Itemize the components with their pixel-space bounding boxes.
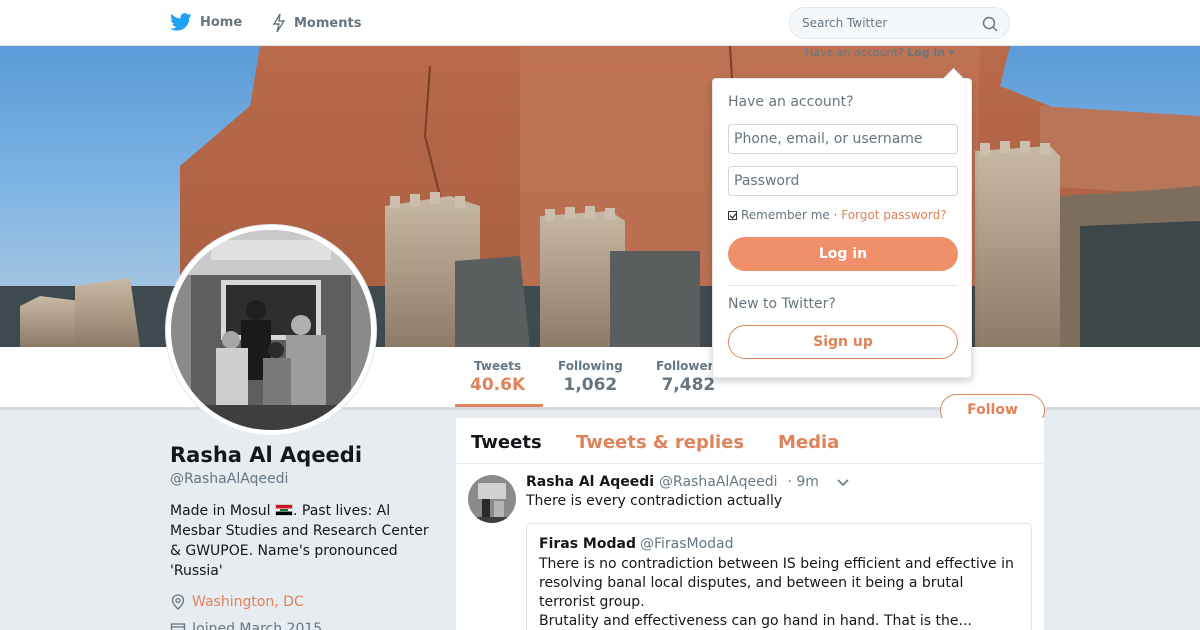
top-navigation-bar: Home Moments [0,0,1200,46]
tweet-header: Rasha Al Aqeedi @RashaAlAqeedi · 9m [526,474,819,490]
nav-home[interactable]: Home [170,13,242,31]
signup-button[interactable]: Sign up [728,325,958,359]
nav-moments[interactable]: Moments [272,13,361,33]
iraq-flag-icon [274,504,293,516]
remember-me-label[interactable]: Remember me [741,208,830,222]
remember-me-row: Remember me · Forgot password? [728,208,947,222]
tweet-text: There is every contradiction actually [526,493,783,509]
profile-location[interactable]: Washington, DC [170,594,304,610]
timeline: Tweets Tweets & replies Media Rasha Al A… [456,418,1044,630]
location-text: Washington, DC [192,594,304,610]
quoted-tweet-header: Firas Modad @FirasModad [539,536,1019,552]
profile-joined-date: Joined March 2015 [170,621,322,630]
chevron-down-icon: ▾ [948,46,955,59]
tweet-timestamp[interactable]: · 9m [787,474,818,490]
forgot-password-link[interactable]: Forgot password? [841,208,946,222]
have-account-prompt: Have an account? Log in ▾ [805,46,954,59]
tweet-avatar-photo [468,475,516,523]
active-tab-indicator [455,404,543,407]
have-account-text: Have an account? [805,46,904,59]
profile-bio: Made in Mosul . Past lives: Al Mesbar St… [170,501,440,581]
quoted-tweet-text-cont: Brutality and effectiveness can go hand … [539,613,972,629]
chevron-down-icon[interactable] [836,478,850,488]
timeline-tabs: Tweets Tweets & replies Media [456,418,1044,464]
stat-value: 7,482 [661,375,716,395]
search-box [789,7,1010,39]
tweet-author-handle[interactable]: @RashaAlAqeedi [659,474,777,490]
login-dropdown: Have an account? Remember me · Forgot pa… [712,78,972,378]
username-field[interactable] [728,124,958,154]
stat-value: 40.6K [470,375,526,395]
password-field[interactable] [728,166,958,196]
tweet[interactable]: Rasha Al Aqeedi @RashaAlAqeedi · 9m Ther… [456,464,1044,630]
stat-following[interactable]: Following 1,062 [558,359,623,395]
search-input[interactable] [802,16,972,30]
twitter-bird-icon [170,13,192,31]
tab-tweets-and-replies[interactable]: Tweets & replies [576,432,744,453]
quoted-tweet-text: There is no contradiction between IS bei… [539,556,1014,610]
stat-followers[interactable]: Followers 7,482 [656,359,721,395]
calendar-icon [170,623,186,630]
tab-tweets[interactable]: Tweets [471,432,542,453]
remember-me-checkbox[interactable] [728,210,737,220]
stat-tweets[interactable]: Tweets 40.6K [470,359,525,395]
search-icon[interactable] [982,16,998,32]
avatar-photo [171,230,371,430]
login-button[interactable]: Log in [728,237,958,271]
stat-value: 1,062 [563,375,618,395]
login-link[interactable]: Log in [907,46,945,59]
nav-moments-label: Moments [294,15,362,31]
login-dropdown-title: Have an account? [728,94,854,110]
stat-label: Followers [656,359,721,373]
bio-text-start: Made in Mosul [170,503,271,519]
joined-text: Joined March 2015 [192,621,323,630]
lightning-icon [272,13,286,33]
nav-home-label: Home [200,14,243,30]
divider [728,285,958,286]
quoted-author-handle: @FirasModad [639,536,734,552]
separator-dot: · [829,208,842,222]
profile-avatar[interactable] [166,225,376,435]
quoted-author-name: Firas Modad [539,536,636,552]
tweet-avatar[interactable] [468,475,516,523]
new-to-twitter-text: New to Twitter? [728,296,836,312]
quoted-tweet[interactable]: Firas Modad @FirasModad There is no contr… [526,523,1032,630]
stat-label: Tweets [474,359,522,373]
profile-name[interactable]: Rasha Al Aqeedi [170,443,362,467]
location-pin-icon [171,594,185,610]
profile-handle[interactable]: @RashaAlAqeedi [170,471,288,487]
stat-label: Following [558,359,623,373]
tweet-author-name[interactable]: Rasha Al Aqeedi [526,474,654,490]
tab-media[interactable]: Media [778,432,839,453]
